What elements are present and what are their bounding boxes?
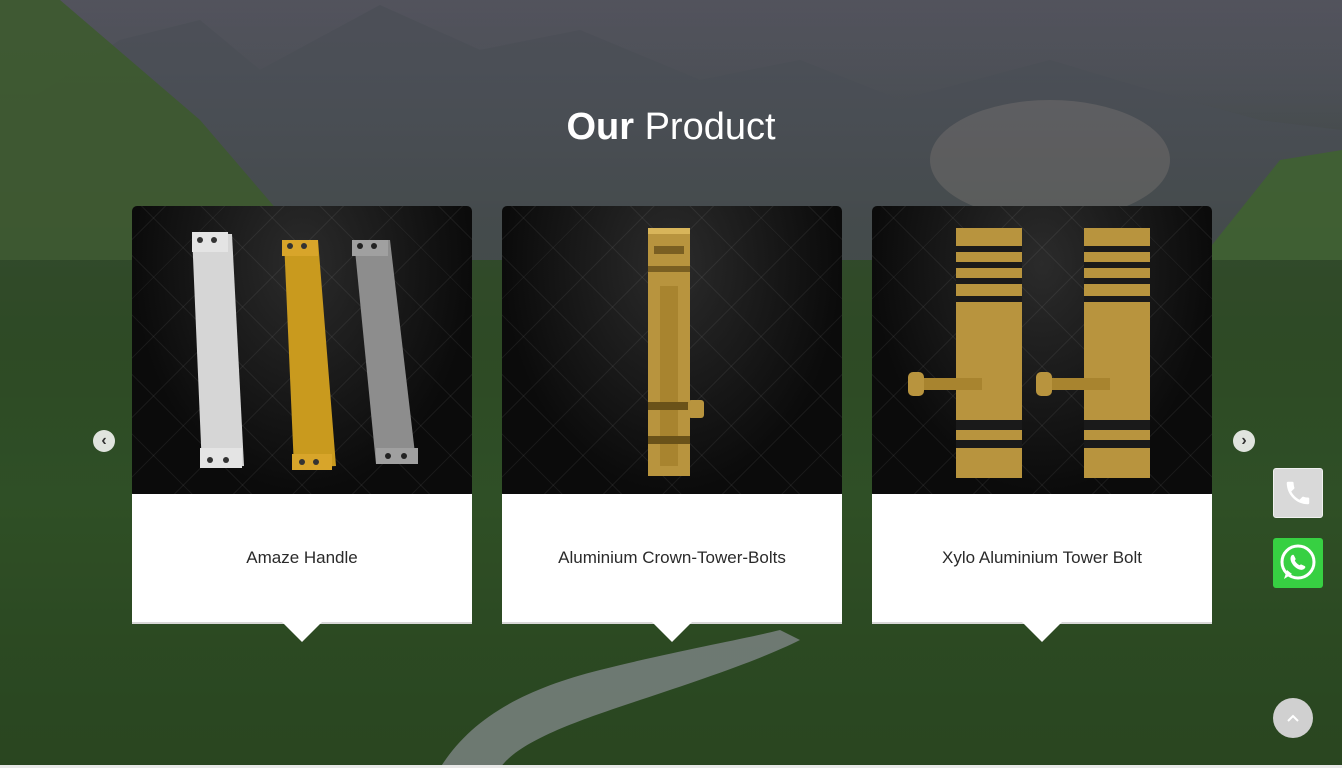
section-title-bold: Our bbox=[566, 106, 635, 148]
product-name[interactable]: Aluminium Crown-Tower-Bolts bbox=[502, 494, 842, 624]
whatsapp-button[interactable] bbox=[1273, 538, 1323, 588]
call-button[interactable] bbox=[1273, 468, 1323, 518]
carousel-next-button[interactable]: › bbox=[1233, 430, 1255, 452]
product-card-xylo-tower-bolt[interactable]: Xylo Aluminium Tower Bolt bbox=[872, 206, 1212, 642]
handle-image bbox=[192, 232, 418, 470]
tower-bolt-image bbox=[648, 228, 704, 476]
whatsapp-icon bbox=[1280, 544, 1316, 580]
back-to-top-button[interactable] bbox=[1273, 698, 1313, 738]
card-pointer bbox=[652, 622, 692, 642]
product-card-amaze-handle[interactable]: Amaze Handle bbox=[132, 206, 472, 642]
card-pointer bbox=[1022, 622, 1062, 642]
xylo-tower-bolt-image bbox=[908, 228, 1150, 478]
card-pointer bbox=[282, 622, 322, 642]
product-name[interactable]: Amaze Handle bbox=[132, 494, 472, 624]
section-title-regular: Product bbox=[644, 106, 776, 148]
carousel-prev-button[interactable]: ‹ bbox=[93, 430, 115, 452]
chevron-left-icon: ‹ bbox=[101, 432, 107, 449]
chevron-up-icon bbox=[1287, 714, 1299, 722]
chevron-right-icon: › bbox=[1241, 432, 1247, 449]
section-title: Our Product bbox=[0, 104, 1342, 150]
product-image[interactable] bbox=[132, 206, 472, 494]
product-card-crown-tower-bolts[interactable]: Aluminium Crown-Tower-Bolts bbox=[502, 206, 842, 642]
phone-icon bbox=[1286, 481, 1310, 505]
product-image[interactable] bbox=[872, 206, 1212, 494]
product-image[interactable] bbox=[502, 206, 842, 494]
product-name[interactable]: Xylo Aluminium Tower Bolt bbox=[872, 494, 1212, 624]
